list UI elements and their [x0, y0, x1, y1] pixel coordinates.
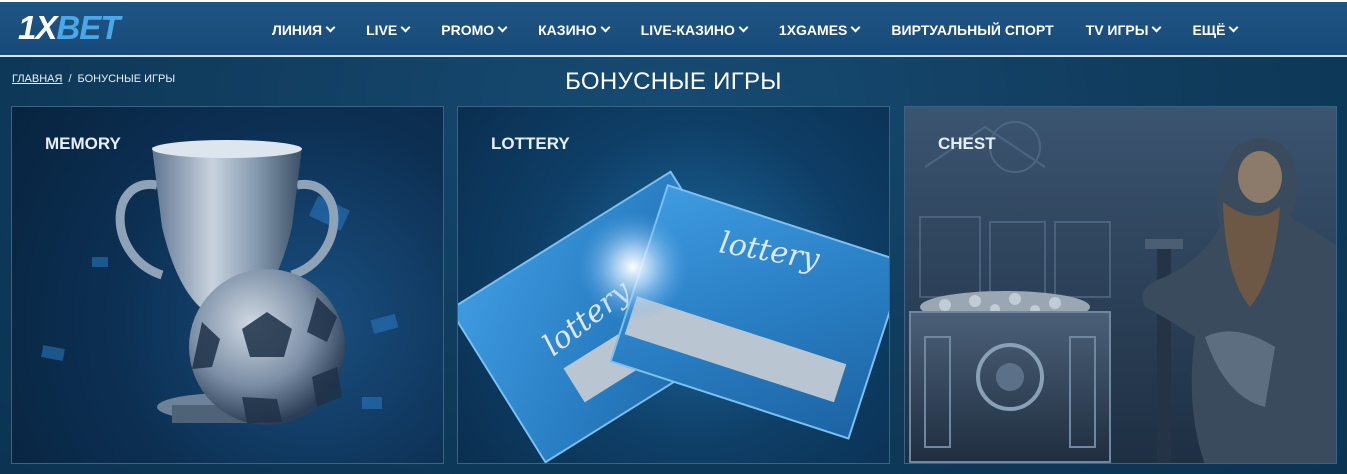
nav-item-live[interactable]: LIVE	[350, 2, 425, 57]
chevron-down-icon	[850, 22, 861, 33]
game-card-title: LOTTERY	[491, 134, 570, 153]
game-card-lottery[interactable]: lottery lottery LOTTERY	[457, 106, 890, 464]
game-card-title: MEMORY	[45, 134, 121, 153]
nav-label: TV ИГРЫ	[1085, 21, 1149, 38]
chevron-down-icon	[400, 22, 411, 33]
game-card-title: CHEST	[938, 134, 996, 153]
nav-label: PROMO	[441, 21, 495, 38]
nav-item-live-casino[interactable]: LIVE-КАЗИНО	[625, 2, 763, 57]
nav-label: 1XGAMES	[778, 21, 848, 38]
trophy-football-image	[41, 140, 399, 425]
top-header: 1XBET ЛИНИЯ LIVE PROMO КАЗИНО LIVE-КАЗИН…	[0, 0, 1347, 57]
nav-label: ЕЩЁ	[1192, 21, 1226, 38]
main-nav: ЛИНИЯ LIVE PROMO КАЗИНО LIVE-КАЗИНО 1XGA…	[256, 2, 1253, 57]
chevron-down-icon	[325, 22, 336, 33]
logo-part-2: BET	[56, 9, 120, 46]
chevron-down-icon	[497, 22, 508, 33]
chevron-down-icon	[738, 22, 749, 33]
nav-label: ЛИНИЯ	[272, 21, 323, 38]
nav-item-tv-games[interactable]: TV ИГРЫ	[1070, 2, 1177, 57]
page-title: БОНУСНЫЕ ИГРЫ	[565, 68, 782, 95]
nav-label: ВИРТУАЛЬНЫЙ СПОРТ	[891, 21, 1054, 38]
game-card-memory[interactable]: MEMORY	[11, 106, 444, 464]
nav-label: КАЗИНО	[538, 21, 597, 38]
nav-label: LIVE-КАЗИНО	[640, 21, 735, 38]
nav-item-promo[interactable]: PROMO	[425, 2, 522, 57]
chevron-down-icon	[1152, 22, 1162, 33]
lottery-tickets-image: lottery lottery	[458, 170, 889, 463]
nav-item-line[interactable]: ЛИНИЯ	[256, 2, 350, 57]
nav-label: LIVE	[366, 21, 398, 38]
logo-part-1: 1X	[18, 9, 57, 46]
chevron-down-icon	[1229, 22, 1239, 33]
nav-item-1xgames[interactable]: 1XGAMES	[763, 2, 875, 57]
game-card-chest[interactable]: CHEST	[904, 106, 1337, 464]
chevron-down-icon	[600, 22, 611, 33]
brand-logo[interactable]: 1XBET	[18, 9, 120, 46]
nav-item-virtual-sport[interactable]: ВИРТУАЛЬНЫЙ СПОРТ	[875, 2, 1069, 57]
viking-chest-image	[905, 107, 1336, 463]
nav-item-casino[interactable]: КАЗИНО	[522, 2, 625, 57]
nav-item-more[interactable]: ЕЩЁ	[1176, 2, 1253, 57]
